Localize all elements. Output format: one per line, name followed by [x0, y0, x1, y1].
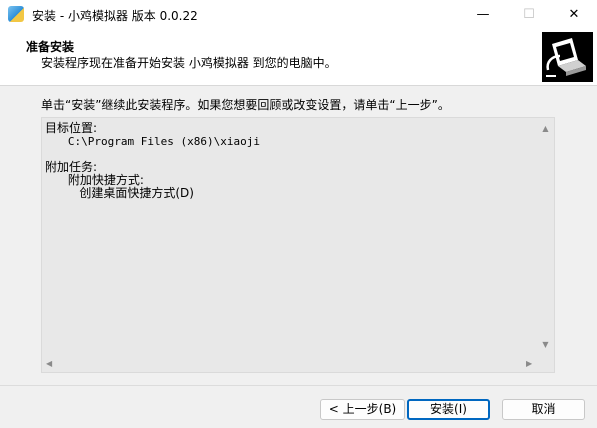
memo-content: 目标位置: C:\Program Files (x86)\xiaoji 附加任务…: [45, 122, 535, 200]
task-item-desktop-shortcut: 创建桌面快捷方式(D): [79, 186, 194, 200]
tasks-label: 附加任务:: [45, 160, 98, 174]
title-bar[interactable]: 安装 - 小鸡模拟器 版本 0.0.22 — ☐ ✕: [0, 0, 597, 30]
footer-divider: [0, 385, 597, 386]
dest-value: C:\Program Files (x86)\xiaoji: [67, 135, 260, 148]
scroll-down-arrow-icon[interactable]: ▼: [537, 340, 554, 349]
scroll-up-arrow-icon[interactable]: ▲: [537, 124, 554, 133]
window-title: 安装 - 小鸡模拟器 版本 0.0.22: [32, 9, 198, 23]
wizard-header: 准备安装 安装程序现在准备开始安装 小鸡模拟器 到您的电脑中。: [0, 30, 597, 86]
task-group-label: 附加快捷方式:: [67, 173, 144, 187]
ready-memo[interactable]: 目标位置: C:\Program Files (x86)\xiaoji 附加任务…: [41, 117, 555, 373]
scroll-left-arrow-icon[interactable]: ◀: [46, 359, 52, 368]
page-subtitle: 安装程序现在准备开始安装 小鸡模拟器 到您的电脑中。: [41, 56, 337, 70]
close-button[interactable]: ✕: [551, 0, 597, 30]
page-title: 准备安装: [26, 40, 75, 54]
horizontal-scrollbar[interactable]: ◀ ▶: [42, 358, 554, 372]
maximize-button: ☐: [523, 7, 535, 22]
minimize-button[interactable]: —: [460, 0, 506, 30]
computer-install-icon: [542, 32, 593, 82]
computer-install-graphic: [542, 32, 593, 82]
install-button[interactable]: 安装(I): [407, 399, 490, 420]
dest-label: 目标位置:: [45, 121, 98, 135]
app-icon: [8, 6, 24, 22]
cancel-button[interactable]: 取消: [502, 399, 585, 420]
instruction-text: 单击“安装”继续此安装程序。如果您想要回顾或改变设置，请单击“上一步”。: [41, 98, 450, 112]
vertical-scrollbar[interactable]: ▲ ▼: [537, 118, 554, 358]
back-button[interactable]: < 上一步(B): [320, 399, 405, 420]
installer-window: 安装 - 小鸡模拟器 版本 0.0.22 — ☐ ✕ 准备安装 安装程序现在准备…: [0, 0, 597, 428]
scroll-right-arrow-icon[interactable]: ▶: [526, 359, 532, 368]
